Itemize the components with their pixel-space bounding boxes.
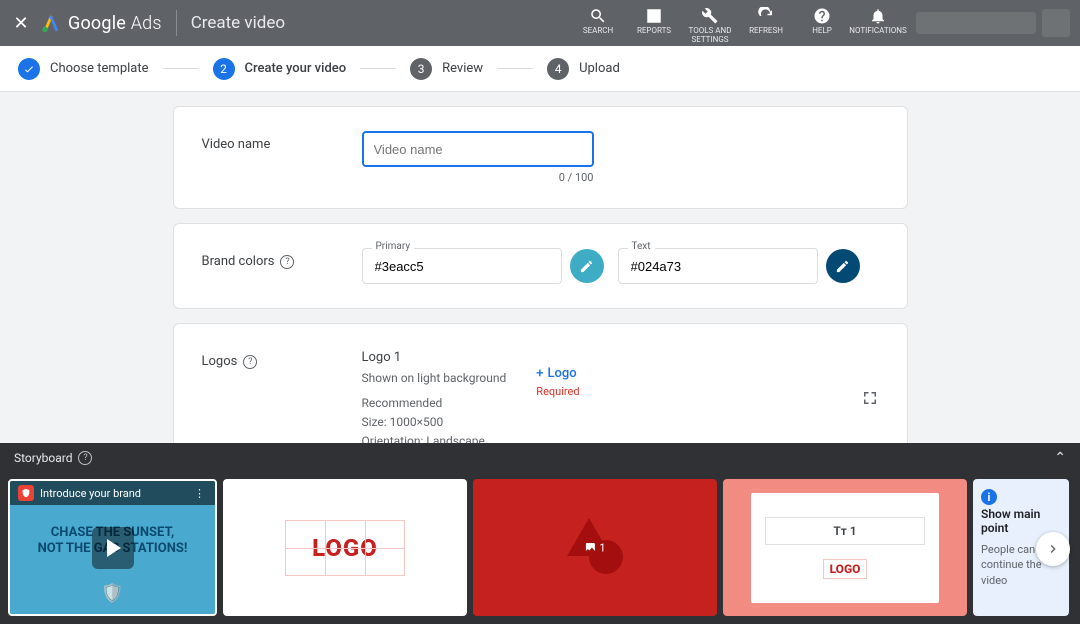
required-text: Required (536, 385, 579, 398)
char-counter: 0 / 100 (362, 171, 594, 184)
brand-colors-label: Brand colors ? (202, 248, 362, 269)
brand: Google Ads (40, 12, 162, 34)
video-name-input[interactable] (362, 131, 594, 167)
refresh-button[interactable]: REFRESH (738, 1, 794, 36)
help-icon[interactable]: ? (78, 451, 92, 465)
account-area[interactable] (916, 9, 1070, 37)
main: Video name 0 / 100 Brand colors ? Primar… (0, 92, 1080, 477)
refresh-icon (757, 7, 775, 25)
expand-icon[interactable] (861, 389, 879, 411)
notifications-button[interactable]: NOTIFICATIONS (850, 1, 906, 36)
divider (176, 10, 177, 36)
logos-label: Logos ? (202, 348, 362, 369)
plus-icon: + (536, 366, 543, 381)
video-name-card: Video name 0 / 100 (173, 106, 908, 209)
storyboard-card-text[interactable]: Tт 1 LOGO (723, 479, 967, 616)
storyboard-card-intro[interactable]: Introduce your brand ⋮ CHASE THE SUNSET,… (8, 479, 217, 616)
image-slot-label: 1 (584, 541, 605, 554)
logo-placeholder: LOGO (285, 520, 405, 576)
help-icon[interactable]: ? (243, 355, 257, 369)
collapse-icon[interactable]: ⌃ (1054, 450, 1066, 466)
help-icon (813, 7, 831, 25)
step-review[interactable]: 3 Review (410, 58, 483, 80)
primary-color-input[interactable] (362, 248, 562, 284)
info-icon: i (981, 489, 997, 505)
add-logo-button[interactable]: +Logo (536, 366, 576, 381)
google-ads-logo-icon (40, 12, 62, 34)
reports-icon (645, 7, 663, 25)
play-button[interactable] (92, 527, 134, 569)
more-icon[interactable]: ⋮ (194, 487, 207, 500)
card-title: Introduce your brand (40, 487, 141, 500)
check-icon (18, 58, 40, 80)
help-icon[interactable]: ? (280, 255, 294, 269)
chevron-right-icon (1045, 541, 1061, 557)
app-header: ✕ Google Ads Create video SEARCH REPORTS… (0, 0, 1080, 46)
wrench-icon (701, 7, 719, 25)
video-name-label: Video name (202, 131, 362, 152)
template-icon (18, 485, 34, 501)
storyboard-card-image[interactable]: 1 (473, 479, 717, 616)
divider (497, 68, 533, 69)
close-icon[interactable]: ✕ (10, 13, 32, 34)
storyboard-card-logo[interactable]: LOGO (223, 479, 467, 616)
logo-info: Logo 1 Shown on light background Recomme… (362, 348, 507, 452)
logo-small: LOGO (823, 559, 868, 579)
brand-ads: Ads (131, 13, 162, 34)
reports-button[interactable]: REPORTS (626, 1, 682, 36)
divider (360, 68, 396, 69)
text-color-input[interactable] (618, 248, 818, 284)
page-title: Create video (191, 13, 285, 33)
help-button[interactable]: HELP (794, 1, 850, 36)
stepper: Choose template 2 Create your video 3 Re… (0, 46, 1080, 92)
pencil-icon (579, 259, 594, 274)
bell-icon (869, 7, 887, 25)
account-pill[interactable] (916, 12, 1036, 34)
scroll-right-button[interactable] (1036, 532, 1070, 566)
step-upload[interactable]: 4 Upload (547, 58, 620, 80)
step-choose-template[interactable]: Choose template (18, 58, 149, 80)
text-label: Text (628, 241, 655, 252)
badge-icon: 🛡️ (101, 583, 123, 604)
storyboard-track: Introduce your brand ⋮ CHASE THE SUNSET,… (0, 473, 1080, 624)
edit-text-color-button[interactable] (826, 249, 860, 283)
tools-button[interactable]: TOOLS AND SETTINGS (682, 1, 738, 45)
storyboard-panel: Storyboard ? ⌃ Introduce your brand ⋮ CH… (0, 443, 1080, 624)
divider (163, 68, 199, 69)
top-actions: SEARCH REPORTS TOOLS AND SETTINGS REFRES… (570, 1, 906, 45)
storyboard-title: Storyboard (14, 451, 72, 465)
brand-colors-card: Brand colors ? Primary Text (173, 223, 908, 309)
storyboard-header: Storyboard ? ⌃ (0, 443, 1080, 473)
avatar[interactable] (1042, 9, 1070, 37)
step-create-video[interactable]: 2 Create your video (213, 58, 347, 80)
pencil-icon (835, 259, 850, 274)
search-button[interactable]: SEARCH (570, 1, 626, 36)
primary-label: Primary (372, 241, 415, 252)
text-slot-label: Tт 1 (765, 517, 925, 545)
brand-google: Google (68, 13, 126, 34)
search-icon (589, 7, 607, 25)
edit-primary-color-button[interactable] (570, 249, 604, 283)
